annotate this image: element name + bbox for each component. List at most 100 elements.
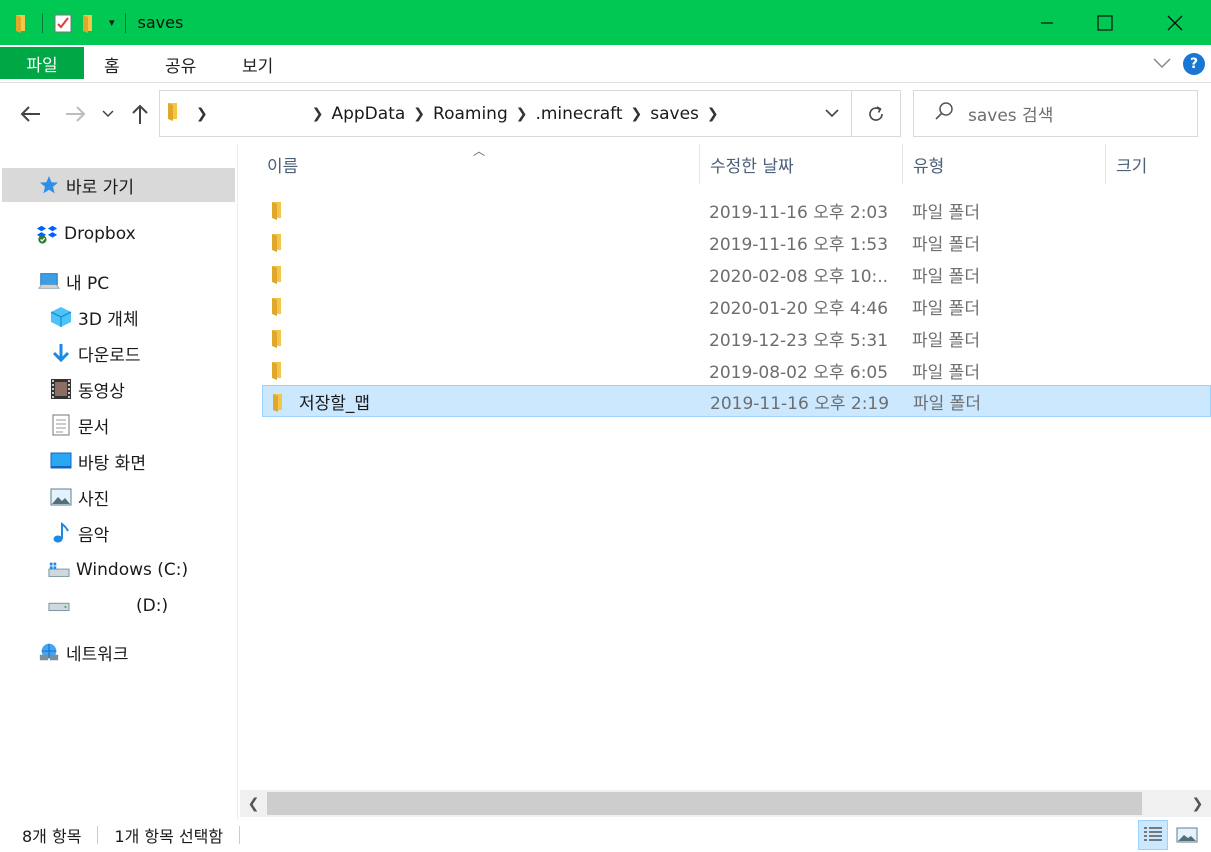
file-name: 저장할_맵 bbox=[299, 393, 371, 414]
column-divider[interactable] bbox=[902, 144, 903, 184]
sidebar-item-3d-objects[interactable]: 3D 개체 bbox=[50, 300, 139, 334]
tab-home[interactable]: 홈 bbox=[104, 45, 120, 83]
column-header-modified[interactable]: 수정한 날짜 bbox=[710, 144, 900, 184]
sidebar-item-label: 사진 bbox=[78, 489, 110, 510]
table-row[interactable]: 2020-01-20 오후 4:46 파일 폴더 bbox=[262, 290, 1211, 322]
search-placeholder: saves 검색 bbox=[968, 106, 1054, 126]
title-bar: ▾ saves bbox=[0, 0, 1211, 45]
computer-icon bbox=[38, 270, 60, 292]
file-modified: 2020-01-20 오후 4:46 bbox=[709, 298, 889, 319]
tab-view[interactable]: 보기 bbox=[242, 45, 273, 83]
new-folder-icon[interactable] bbox=[79, 12, 99, 34]
close-button[interactable] bbox=[1145, 0, 1205, 45]
table-row[interactable]: 2020-02-08 오후 10:... 파일 폴더 bbox=[262, 258, 1211, 290]
sidebar-item-downloads[interactable]: 다운로드 bbox=[50, 336, 141, 370]
sidebar-item-label: Windows (C:) bbox=[76, 560, 189, 580]
document-icon bbox=[50, 414, 72, 436]
column-header-type[interactable]: 유형 bbox=[913, 144, 1093, 184]
search-input[interactable]: saves 검색 bbox=[913, 90, 1198, 137]
folder-icon bbox=[270, 232, 288, 252]
folder-icon bbox=[166, 101, 182, 126]
folder-icon bbox=[270, 200, 288, 220]
breadcrumb-chevron-icon[interactable]: ❯ bbox=[312, 106, 324, 122]
table-row-selected[interactable]: 저장할_맵 2019-11-16 오후 2:19 파일 폴더 bbox=[262, 385, 1211, 417]
sidebar-item-drive-d[interactable]: (D:) bbox=[48, 589, 168, 623]
breadcrumb-saves[interactable]: saves bbox=[650, 104, 699, 124]
ribbon-tabs: 파일 홈 공유 보기 ? bbox=[0, 45, 1211, 83]
sidebar-item-network[interactable]: 네트워크 bbox=[38, 635, 129, 669]
3d-objects-icon bbox=[50, 306, 72, 328]
sidebar-item-music[interactable]: 음악 bbox=[50, 516, 109, 550]
scroll-left-icon[interactable]: ❮ bbox=[240, 790, 267, 817]
folder-icon bbox=[270, 360, 288, 380]
column-header-name[interactable]: 이름 bbox=[267, 144, 697, 184]
dropbox-icon bbox=[36, 223, 58, 245]
customize-toolbar-dropdown-icon[interactable]: ▾ bbox=[109, 16, 115, 29]
forward-button[interactable] bbox=[62, 100, 90, 128]
breadcrumb-chevron-icon[interactable]: ❯ bbox=[707, 106, 719, 122]
download-icon bbox=[50, 342, 72, 364]
help-icon[interactable]: ? bbox=[1183, 53, 1205, 75]
expand-ribbon-chevron-down-icon[interactable] bbox=[1153, 54, 1171, 74]
file-modified: 2019-11-16 오후 1:53 bbox=[709, 234, 889, 255]
sidebar-item-pictures[interactable]: 사진 bbox=[50, 480, 109, 514]
tab-file[interactable]: 파일 bbox=[0, 47, 84, 79]
sidebar-item-label: 내 PC bbox=[66, 273, 110, 294]
folder-icon bbox=[270, 328, 288, 348]
sidebar-item-dropbox[interactable]: Dropbox bbox=[36, 217, 136, 251]
folder-icon bbox=[12, 12, 32, 34]
address-bar[interactable]: ❯ ❯ AppData ❯ Roaming ❯ .minecraft ❯ sav… bbox=[159, 90, 901, 137]
tab-share[interactable]: 공유 bbox=[165, 45, 196, 83]
breadcrumb-chevron-icon[interactable]: ❯ bbox=[631, 106, 643, 122]
sidebar-item-quick-access[interactable]: 바로 가기 bbox=[2, 168, 235, 202]
table-row[interactable]: 2019-11-16 오후 2:03 파일 폴더 bbox=[262, 194, 1211, 226]
recent-locations-chevron-down-icon[interactable] bbox=[96, 100, 120, 128]
sidebar-item-desktop[interactable]: 바탕 화면 bbox=[50, 444, 146, 478]
scroll-right-icon[interactable]: ❯ bbox=[1184, 790, 1211, 817]
column-header-size[interactable]: 크기 bbox=[1116, 144, 1206, 184]
scrollbar-thumb[interactable] bbox=[267, 792, 1142, 815]
breadcrumb-roaming[interactable]: Roaming bbox=[433, 104, 508, 124]
folder-icon bbox=[270, 264, 288, 284]
file-modified: 2019-08-02 오후 6:05 bbox=[709, 362, 889, 383]
back-button[interactable] bbox=[16, 100, 44, 128]
horizontal-scrollbar[interactable]: ❮ ❯ bbox=[240, 790, 1211, 817]
maximize-button[interactable] bbox=[1075, 0, 1135, 45]
file-modified: 2019-11-16 오후 2:03 bbox=[709, 202, 889, 223]
sidebar-item-this-pc[interactable]: 내 PC bbox=[38, 264, 109, 298]
status-bar: 8개 항목 1개 항목 선택함 bbox=[0, 818, 1211, 852]
minimize-button[interactable] bbox=[1017, 0, 1077, 45]
details-view-button[interactable] bbox=[1138, 820, 1168, 850]
large-icons-view-button[interactable] bbox=[1172, 820, 1202, 850]
status-divider bbox=[239, 826, 241, 844]
file-type: 파일 폴더 bbox=[912, 362, 980, 383]
video-icon bbox=[50, 378, 72, 400]
column-divider[interactable] bbox=[1105, 144, 1106, 184]
table-row[interactable]: 2019-12-23 오후 5:31 파일 폴더 bbox=[262, 322, 1211, 354]
up-button[interactable] bbox=[126, 100, 154, 128]
table-row[interactable]: 2019-08-02 오후 6:05 파일 폴더 bbox=[262, 354, 1211, 386]
breadcrumb-minecraft[interactable]: .minecraft bbox=[535, 104, 622, 124]
drive-c-icon bbox=[48, 559, 70, 581]
navigation-row: ❯ ❯ AppData ❯ Roaming ❯ .minecraft ❯ sav… bbox=[0, 84, 1211, 144]
sidebar-item-label: 바탕 화면 bbox=[78, 453, 146, 474]
breadcrumb-chevron-icon[interactable]: ❯ bbox=[196, 106, 208, 122]
breadcrumb-chevron-icon[interactable]: ❯ bbox=[516, 106, 528, 122]
toolbar-separator bbox=[42, 12, 43, 33]
status-divider bbox=[97, 826, 99, 844]
file-modified: 2019-11-16 오후 2:19 bbox=[710, 393, 890, 414]
column-divider[interactable] bbox=[699, 144, 700, 184]
folder-icon bbox=[271, 392, 289, 412]
table-row[interactable]: 2019-11-16 오후 1:53 파일 폴더 bbox=[262, 226, 1211, 258]
sidebar-item-videos[interactable]: 동영상 bbox=[50, 372, 125, 406]
address-history-chevron-down-icon[interactable] bbox=[812, 91, 852, 136]
sidebar-item-documents[interactable]: 문서 bbox=[50, 408, 109, 442]
sidebar-item-label: Dropbox bbox=[64, 224, 136, 244]
sidebar-item-drive-c[interactable]: Windows (C:) bbox=[48, 553, 188, 587]
properties-icon[interactable] bbox=[53, 12, 73, 34]
breadcrumb-chevron-icon[interactable]: ❯ bbox=[413, 106, 425, 122]
drive-d-icon bbox=[48, 595, 70, 617]
breadcrumb-appdata[interactable]: AppData bbox=[331, 104, 405, 124]
navigation-pane: 바로 가기 Dropbox 내 PC 3D 개체 다운로드 동영상 문서 바탕 … bbox=[0, 144, 238, 820]
refresh-icon[interactable] bbox=[852, 91, 900, 136]
